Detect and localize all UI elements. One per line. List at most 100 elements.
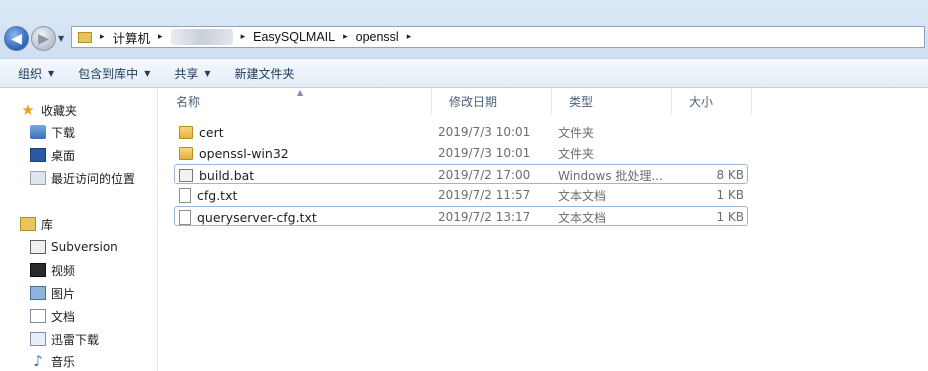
text-file-icon <box>179 209 191 225</box>
file-date: 2019/7/2 11:57 <box>438 188 531 202</box>
column-header-label: 大小 <box>689 94 714 109</box>
downloads-icon <box>30 125 46 139</box>
library-icon <box>20 217 36 231</box>
sidebar-item-label: 桌面 <box>51 148 76 163</box>
file-type: 文件夹 <box>558 146 595 161</box>
breadcrumb-separator-icon[interactable]: ▸ <box>96 32 109 42</box>
organize-button[interactable]: 组织 ▼ <box>6 59 66 87</box>
sidebar-item-favorites[interactable]: ★ 收藏夹 <box>20 100 77 120</box>
file-name: cert <box>199 124 224 140</box>
star-icon: ★ <box>21 101 35 119</box>
breadcrumb-openssl[interactable]: openssl <box>352 27 403 47</box>
sidebar-item-downloads[interactable]: 下载 <box>30 122 75 142</box>
history-dropdown-icon[interactable]: ▼ <box>58 34 64 43</box>
address-breadcrumb[interactable]: ▸ 计算机 ▸ ▸ EasySQLMAIL ▸ openssl ▸ <box>71 26 925 48</box>
file-date: 2019/7/3 10:01 <box>438 125 531 139</box>
sidebar-item-label: 收藏夹 <box>41 103 78 118</box>
recent-places-icon <box>30 171 46 185</box>
breadcrumb-separator-icon[interactable]: ▸ <box>154 32 167 42</box>
file-size: 1 KB <box>716 188 744 202</box>
file-row-selected[interactable]: queryserver-cfg.txt 2019/7/2 13:17 文本文档 … <box>174 206 748 226</box>
file-size: 1 KB <box>716 210 744 224</box>
file-row[interactable]: cert 2019/7/3 10:01 文件夹 <box>175 122 747 142</box>
breadcrumb-separator-icon[interactable]: ▸ <box>339 32 352 42</box>
sidebar-item-music[interactable]: ♪ 音乐 <box>30 351 75 371</box>
file-row[interactable]: cfg.txt 2019/7/2 11:57 文本文档 1 KB <box>175 185 747 205</box>
sidebar-item-libraries[interactable]: 库 <box>20 214 53 234</box>
file-size <box>678 122 744 142</box>
desktop-icon <box>30 148 46 162</box>
back-arrow-icon: ◀ <box>11 30 22 47</box>
file-date: 2019/7/3 10:01 <box>438 146 531 160</box>
redacted-blur <box>170 29 233 45</box>
breadcrumb-redacted[interactable] <box>167 27 237 47</box>
sidebar-item-desktop[interactable]: 桌面 <box>30 145 75 165</box>
file-row-selected[interactable]: build.bat 2019/7/2 17:00 Windows 批处理... … <box>174 164 748 184</box>
include-in-library-button[interactable]: 包含到库中 ▼ <box>66 59 162 87</box>
forward-button[interactable]: ▶ <box>31 26 56 51</box>
file-row[interactable]: openssl-win32 2019/7/3 10:01 文件夹 <box>175 143 747 163</box>
column-header-size[interactable]: 大小 <box>672 88 752 114</box>
text-file-icon <box>179 187 191 203</box>
sidebar-item-label: 音乐 <box>51 354 76 369</box>
column-header-name[interactable]: 名称 <box>159 88 432 114</box>
back-button[interactable]: ◀ <box>4 26 29 51</box>
new-folder-button[interactable]: 新建文件夹 <box>223 59 307 87</box>
column-header-label: 修改日期 <box>449 94 498 109</box>
file-name: openssl-win32 <box>199 145 289 161</box>
sidebar-item-subversion[interactable]: Subversion <box>30 237 118 257</box>
share-label: 共享 <box>174 66 199 81</box>
dropdown-arrow-icon: ▼ <box>48 68 55 78</box>
folder-icon <box>179 146 193 160</box>
sidebar-item-pictures[interactable]: 图片 <box>30 283 75 303</box>
sidebar-item-recent-places[interactable]: 最近访问的位置 <box>30 168 135 188</box>
column-header-date-modified[interactable]: 修改日期 <box>432 88 552 114</box>
dropdown-arrow-icon: ▼ <box>144 68 151 78</box>
sidebar-item-label: 库 <box>41 217 54 232</box>
file-size <box>678 143 744 163</box>
breadcrumb-computer[interactable]: 计算机 <box>109 27 155 47</box>
address-bar-area: ◀ ▶ ▼ ▸ 计算机 ▸ ▸ EasySQLMAIL ▸ openssl ▸ <box>0 0 928 58</box>
music-icon: ♪ <box>33 352 43 370</box>
include-in-library-label: 包含到库中 <box>78 66 139 81</box>
breadcrumb-easysqlmail[interactable]: EasySQLMAIL <box>249 27 339 47</box>
xunlei-downloads-icon <box>30 332 46 346</box>
sidebar-item-label: 文档 <box>51 309 76 324</box>
file-date: 2019/7/2 17:00 <box>438 168 531 182</box>
sidebar-item-documents[interactable]: 文档 <box>30 306 75 326</box>
folder-icon <box>78 31 92 43</box>
new-folder-label: 新建文件夹 <box>234 66 295 81</box>
organize-label: 组织 <box>18 66 43 81</box>
forward-arrow-icon: ▶ <box>38 30 49 47</box>
sidebar-item-label: 最近访问的位置 <box>51 171 136 186</box>
navigation-pane: ★ 收藏夹 下载 桌面 最近访问的位置 库 Subversion 视频 图片 文… <box>0 88 158 371</box>
sidebar-item-label: 视频 <box>51 263 76 278</box>
file-name: queryserver-cfg.txt <box>197 209 317 225</box>
column-header-label: 名称 <box>176 94 201 109</box>
file-type: 文本文档 <box>558 210 607 225</box>
file-name: cfg.txt <box>197 187 238 203</box>
breadcrumb-separator-icon[interactable]: ▸ <box>237 32 250 42</box>
subversion-icon <box>30 240 46 254</box>
file-size: 8 KB <box>716 168 744 182</box>
file-list-pane: ▲ 名称 修改日期 类型 大小 cert 2019/7/3 10:01 文件夹 … <box>159 88 928 371</box>
batch-file-icon <box>179 168 193 182</box>
share-button[interactable]: 共享 ▼ <box>162 59 222 87</box>
column-header-label: 类型 <box>569 94 594 109</box>
sidebar-item-label: 迅雷下载 <box>51 332 100 347</box>
sidebar-item-label: Subversion <box>51 240 118 254</box>
column-header-type[interactable]: 类型 <box>552 88 672 114</box>
file-name: build.bat <box>199 167 255 183</box>
breadcrumb-separator-icon[interactable]: ▸ <box>403 32 416 42</box>
file-type: 文件夹 <box>558 125 595 140</box>
sidebar-item-label: 图片 <box>51 286 76 301</box>
file-type: 文本文档 <box>558 188 607 203</box>
file-type: Windows 批处理... <box>558 168 663 183</box>
sidebar-item-xunlei-downloads[interactable]: 迅雷下载 <box>30 329 99 349</box>
dropdown-arrow-icon: ▼ <box>204 68 211 78</box>
folder-icon <box>179 125 193 139</box>
documents-icon <box>30 309 46 323</box>
command-toolbar: 组织 ▼ 包含到库中 ▼ 共享 ▼ 新建文件夹 <box>0 58 928 88</box>
sidebar-item-videos[interactable]: 视频 <box>30 260 75 280</box>
pictures-icon <box>30 286 46 300</box>
